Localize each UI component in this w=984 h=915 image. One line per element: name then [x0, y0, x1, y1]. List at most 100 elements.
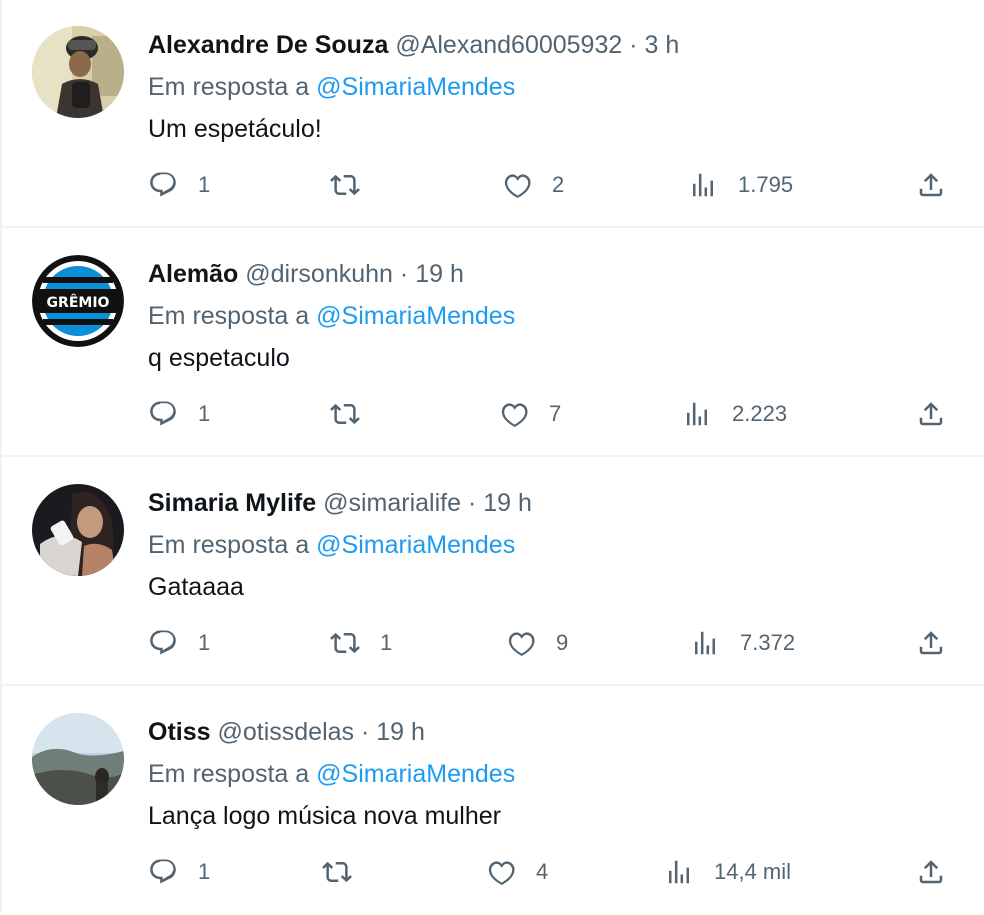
timestamp[interactable]: 3 h [645, 31, 680, 59]
tweet[interactable]: Simaria Mylife @simarialife · 19 h Em re… [2, 458, 984, 686]
share-button[interactable] [916, 842, 946, 902]
retweet-icon [330, 174, 360, 196]
heart-icon [508, 632, 535, 656]
action-bar: 1 2 1.795 [2, 155, 984, 215]
avatar[interactable] [32, 713, 124, 805]
like-button[interactable]: 7 [499, 384, 561, 444]
share-icon [919, 631, 943, 655]
display-name[interactable]: Alemão [148, 260, 238, 288]
action-bar: 1 1 9 7.372 [2, 613, 984, 673]
like-count: 4 [536, 859, 549, 884]
reply-icon [150, 401, 176, 426]
avatar[interactable]: GRÊMIO [32, 255, 124, 347]
mention-link[interactable]: @SimariaMendes [316, 302, 515, 330]
reply-context: Em resposta a @SimariaMendes [148, 70, 515, 104]
retweet-icon [330, 403, 360, 425]
heart-icon [501, 403, 528, 427]
avatar[interactable] [32, 26, 124, 118]
timestamp[interactable]: 19 h [376, 718, 425, 746]
like-button[interactable]: 2 [502, 155, 564, 215]
action-bar: 1 7 2.223 [2, 384, 984, 444]
reply-prefix: Em resposta a [148, 73, 310, 101]
reply-button[interactable]: 1 [148, 613, 210, 673]
tweet-header: Otiss @otissdelas · 19 h [148, 715, 425, 749]
like-count: 9 [556, 630, 569, 655]
display-name[interactable]: Simaria Mylife [148, 489, 316, 517]
reply-count: 1 [198, 401, 211, 426]
user-photo-icon [32, 484, 124, 576]
gremio-logo-icon: GRÊMIO [32, 255, 124, 347]
reply-prefix: Em resposta a [148, 760, 310, 788]
reply-context: Em resposta a @SimariaMendes [148, 528, 515, 562]
views-count: 14,4 mil [714, 859, 792, 884]
heart-icon [504, 174, 531, 198]
display-name[interactable]: Otiss [148, 718, 211, 746]
views-count: 7.372 [740, 630, 796, 655]
reply-context: Em resposta a @SimariaMendes [148, 299, 515, 333]
views-button[interactable]: 2.223 [682, 384, 787, 444]
retweet-button[interactable] [322, 842, 372, 902]
mention-link[interactable]: @SimariaMendes [316, 73, 515, 101]
timestamp[interactable]: 19 h [483, 489, 532, 517]
tweet-header: Alexandre De Souza @Alexand60005932 · 3 … [148, 28, 679, 62]
views-icon [687, 402, 707, 426]
views-count: 1.795 [738, 172, 794, 197]
views-icon [695, 631, 715, 655]
tweet-text: q espetaculo [148, 344, 290, 372]
views-button[interactable]: 1.795 [688, 155, 793, 215]
share-button[interactable] [916, 384, 946, 444]
reply-button[interactable]: 1 [148, 155, 210, 215]
share-icon [919, 173, 943, 197]
reply-prefix: Em resposta a [148, 302, 310, 330]
retweet-icon [322, 861, 352, 883]
reply-button[interactable]: 1 [148, 842, 210, 902]
reply-count: 1 [198, 630, 211, 655]
tweet[interactable]: Alexandre De Souza @Alexand60005932 · 3 … [2, 0, 984, 228]
reply-prefix: Em resposta a [148, 531, 310, 559]
share-button[interactable] [916, 613, 946, 673]
reply-icon [150, 172, 176, 197]
retweet-icon [330, 632, 360, 654]
tweet-header: Simaria Mylife @simarialife · 19 h [148, 486, 532, 520]
gremio-logo-text: GRÊMIO [47, 294, 110, 311]
user-handle[interactable]: @Alexand60005932 [395, 31, 622, 59]
like-count: 2 [552, 172, 565, 197]
tweet-text: Gataaaa [148, 573, 244, 601]
views-icon [669, 860, 689, 884]
tweet[interactable]: Otiss @otissdelas · 19 h Em resposta a @… [2, 687, 984, 915]
user-handle[interactable]: @otissdelas [217, 718, 354, 746]
views-button[interactable]: 14,4 mil [664, 842, 791, 902]
tweet-header: Alemão @dirsonkuhn · 19 h [148, 257, 464, 291]
views-button[interactable]: 7.372 [690, 613, 795, 673]
views-count: 2.223 [732, 401, 788, 426]
reply-context: Em resposta a @SimariaMendes [148, 757, 515, 791]
share-icon [919, 860, 943, 884]
mention-link[interactable]: @SimariaMendes [316, 531, 515, 559]
timestamp[interactable]: 19 h [415, 260, 464, 288]
user-photo-icon [32, 26, 124, 118]
retweet-button[interactable]: 1 [330, 613, 392, 673]
separator-dot: · [399, 260, 409, 288]
reply-icon [150, 630, 176, 655]
retweet-button[interactable] [330, 155, 380, 215]
separator-dot: · [629, 31, 638, 59]
reply-button[interactable]: 1 [148, 384, 210, 444]
like-button[interactable]: 4 [486, 842, 548, 902]
tweet-text: Um espetáculo! [148, 115, 322, 143]
retweet-button[interactable] [330, 384, 380, 444]
separator-dot: · [467, 489, 477, 517]
reply-timeline: Alexandre De Souza @Alexand60005932 · 3 … [0, 0, 984, 912]
mention-link[interactable]: @SimariaMendes [316, 760, 515, 788]
like-button[interactable]: 9 [506, 613, 568, 673]
avatar[interactable] [32, 484, 124, 576]
tweet-text: Lança logo música nova mulher [148, 802, 501, 830]
user-handle[interactable]: @simarialife [323, 489, 461, 517]
reply-count: 1 [198, 172, 211, 197]
display-name[interactable]: Alexandre De Souza [148, 31, 388, 59]
heart-icon [488, 861, 515, 885]
tweet[interactable]: GRÊMIO Alemão @dirsonkuhn · 19 h Em resp… [2, 229, 984, 457]
reply-count: 1 [198, 859, 211, 884]
separator-dot: · [361, 718, 370, 746]
share-button[interactable] [916, 155, 946, 215]
user-handle[interactable]: @dirsonkuhn [245, 260, 393, 288]
